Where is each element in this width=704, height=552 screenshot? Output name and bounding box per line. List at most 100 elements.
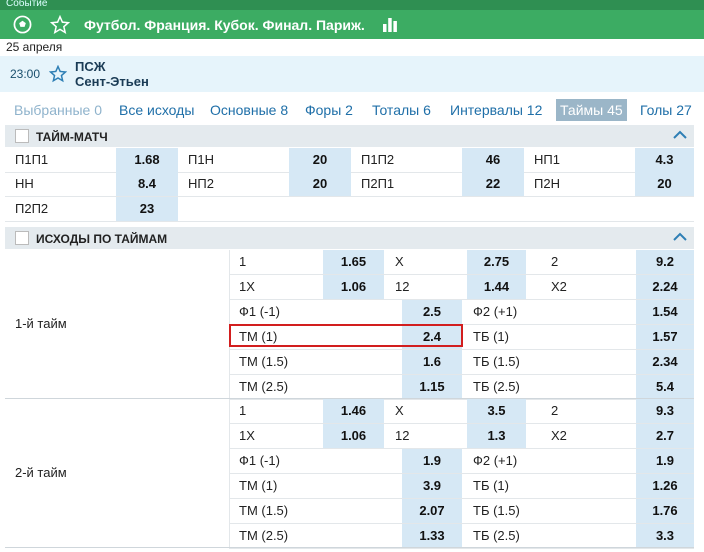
market-label: ТБ (1): [473, 329, 509, 344]
section-checkbox[interactable]: [15, 129, 29, 143]
odds-cell[interactable]: 1.06: [323, 424, 384, 448]
team-home: ПСЖ: [75, 59, 106, 74]
odds-cell[interactable]: 2.75: [467, 250, 526, 274]
odds-cell[interactable]: 46: [462, 148, 524, 172]
odds-cell[interactable]: 1.44: [467, 275, 526, 299]
market-label: X2: [551, 428, 567, 443]
market-label: ТМ (1.5): [239, 503, 289, 518]
odds-cell[interactable]: 22: [462, 172, 524, 196]
column-divider: [229, 399, 230, 548]
row-divider: [5, 221, 694, 222]
market-label: X: [395, 403, 404, 418]
event-header: Футбол. Франция. Кубок. Финал. Париж.: [0, 10, 704, 39]
star-icon[interactable]: [50, 15, 70, 35]
odds-cell[interactable]: 20: [635, 172, 694, 196]
market-label: НП1: [534, 152, 560, 167]
market-label: 1X: [239, 279, 255, 294]
tab-totals[interactable]: Тоталы 6: [372, 99, 431, 121]
section-half-match[interactable]: ТАЙМ-МАТЧ: [5, 125, 694, 147]
chevron-up-icon[interactable]: [672, 127, 688, 143]
odds-cell[interactable]: 5.4: [636, 375, 694, 399]
section-checkbox[interactable]: [15, 231, 29, 245]
row-divider: [229, 548, 694, 549]
odds-cell[interactable]: 2.7: [636, 424, 694, 448]
market-label: Ф1 (-1): [239, 304, 280, 319]
market-label: ТМ (1.5): [239, 354, 289, 369]
odds-cell[interactable]: 4.3: [635, 148, 694, 172]
market-label: ТМ (1): [239, 478, 278, 493]
tab-halves[interactable]: Таймы 45: [556, 99, 627, 121]
market-label: X: [395, 254, 404, 269]
odds-cell[interactable]: 2.07: [402, 499, 462, 523]
odds-cell[interactable]: 1.54: [636, 300, 694, 324]
odds-cell[interactable]: 1.06: [323, 275, 384, 299]
market-label: 1: [239, 403, 247, 418]
event-date: 25 апреля: [6, 40, 63, 54]
market-label: ТБ (1): [473, 478, 509, 493]
odds-cell[interactable]: 1.76: [636, 499, 694, 523]
odds-cell[interactable]: 3.5: [467, 399, 526, 423]
odds-cell[interactable]: 2.5: [402, 300, 462, 324]
stats-icon[interactable]: [382, 18, 398, 32]
market-label: 2: [551, 254, 559, 269]
tab-goals[interactable]: Голы 27: [640, 99, 692, 121]
odds-cell[interactable]: 3.3: [636, 524, 694, 548]
market-label: П1П2: [361, 152, 395, 167]
odds-cell[interactable]: 2.24: [636, 275, 694, 299]
period-label: 2-й тайм: [15, 465, 67, 480]
odds-cell[interactable]: 9.2: [636, 250, 694, 274]
odds-cell[interactable]: 1.26: [636, 474, 694, 498]
odds-cell[interactable]: 1.15: [402, 375, 462, 399]
crumb: Событие: [6, 0, 48, 9]
tab-handicaps[interactable]: Форы 2: [305, 99, 353, 121]
tab-selected[interactable]: Выбранные 0: [14, 99, 102, 121]
event-title: Футбол. Франция. Кубок. Финал. Париж.: [84, 17, 365, 33]
row-divider: [229, 423, 694, 424]
chevron-up-icon[interactable]: [672, 229, 688, 245]
period-label: 1-й тайм: [15, 316, 67, 331]
market-label: ТМ (2.5): [239, 379, 289, 394]
odds-cell[interactable]: 20: [289, 172, 351, 196]
star-icon[interactable]: [49, 65, 67, 83]
odds-cell[interactable]: 8.4: [116, 172, 178, 196]
market-tabs: Выбранные 0 Все исходы Основные 8 Форы 2…: [0, 97, 704, 123]
market-label: П2П1: [361, 176, 395, 191]
odds-cell[interactable]: 1.3: [467, 424, 526, 448]
market-label: ТБ (1.5): [473, 354, 520, 369]
tab-all[interactable]: Все исходы: [119, 99, 194, 121]
market-label: X2: [551, 279, 567, 294]
market-label: ТБ (2.5): [473, 528, 520, 543]
market-label: 1X: [239, 428, 255, 443]
odds-cell[interactable]: 1.46: [323, 399, 384, 423]
tab-main[interactable]: Основные 8: [210, 99, 288, 121]
odds-cell[interactable]: 9.3: [636, 399, 694, 423]
market-label: Ф2 (+1): [473, 304, 518, 319]
odds-cell[interactable]: 2.34: [636, 350, 694, 374]
market-label: П2Н: [534, 176, 560, 191]
match-row[interactable]: 23:00 ПСЖ Сент-Этьен: [0, 56, 704, 92]
section-title: ТАЙМ-МАТЧ: [36, 130, 108, 144]
odds-cell[interactable]: 20: [289, 148, 351, 172]
market-label: НН: [15, 176, 34, 191]
market-label: ТБ (1.5): [473, 503, 520, 518]
odds-cell[interactable]: 1.6: [402, 350, 462, 374]
row-divider: [229, 274, 694, 275]
team-away: Сент-Этьен: [75, 74, 149, 89]
odds-cell[interactable]: 3.9: [402, 474, 462, 498]
market-label: ТМ (2.5): [239, 528, 289, 543]
tab-intervals[interactable]: Интервалы 12: [450, 99, 542, 121]
odds-cell[interactable]: 23: [116, 197, 178, 221]
odds-cell[interactable]: 1.9: [636, 449, 694, 473]
section-half-results[interactable]: ИСХОДЫ ПО ТАЙМАМ: [5, 227, 694, 249]
odds-cell[interactable]: 1.33: [402, 524, 462, 548]
market-label: Ф1 (-1): [239, 453, 280, 468]
match-time: 23:00: [10, 67, 41, 81]
market-label: Ф2 (+1): [473, 453, 518, 468]
highlight-box: [229, 324, 463, 347]
crumb-bar: Событие: [0, 0, 704, 10]
odds-cell[interactable]: 1.57: [636, 325, 694, 349]
odds-cell[interactable]: 1.65: [323, 250, 384, 274]
odds-cell[interactable]: 1.68: [116, 148, 178, 172]
period-divider: [5, 547, 694, 548]
odds-cell[interactable]: 1.9: [402, 449, 462, 473]
